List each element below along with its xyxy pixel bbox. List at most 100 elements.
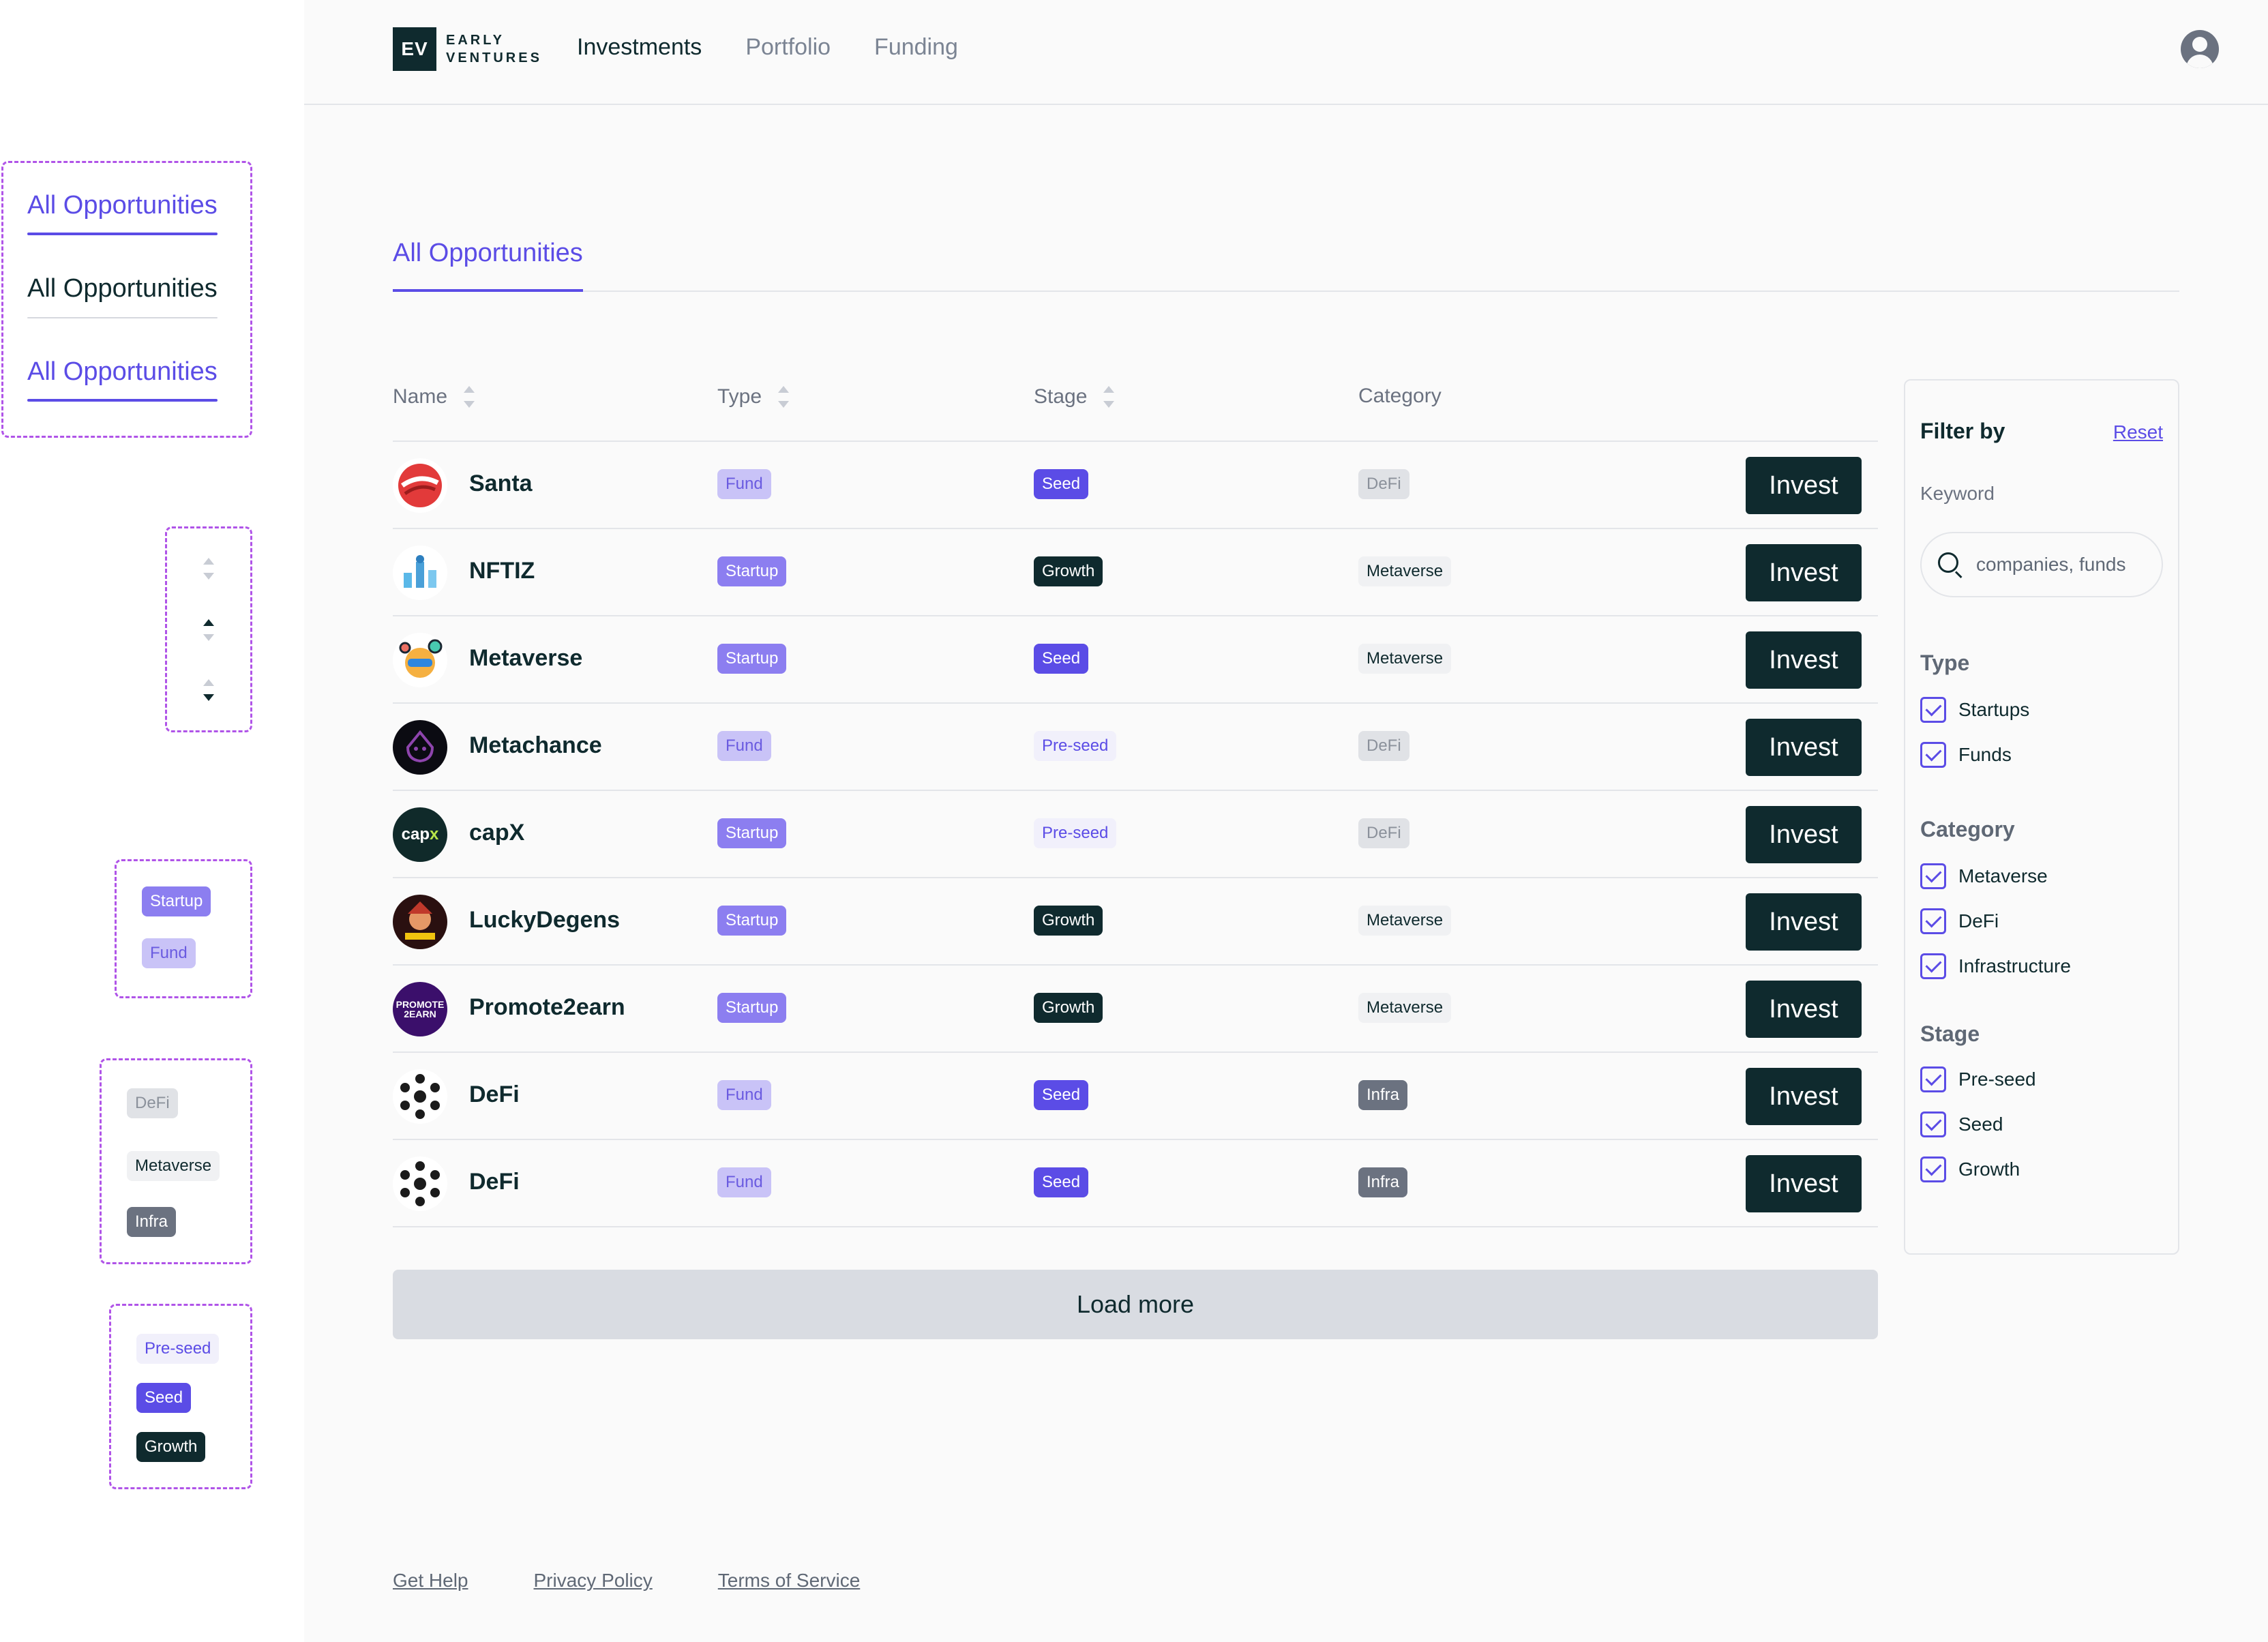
- nav-funding[interactable]: Funding: [874, 34, 958, 61]
- filter-group-stage: Stage: [1920, 1021, 1980, 1046]
- footer-privacy-policy[interactable]: Privacy Policy: [534, 1570, 653, 1592]
- filter-option-metaverse[interactable]: Metaverse: [1920, 863, 2048, 889]
- table-row[interactable]: NFTIZ Startup Growth Metaverse Invest: [393, 529, 1878, 616]
- table-row[interactable]: Santa Fund Seed DeFi Invest: [393, 442, 1878, 529]
- invest-button[interactable]: Invest: [1746, 457, 1862, 514]
- category-badge: DeFi: [1358, 818, 1409, 848]
- table-row[interactable]: Metaverse Startup Seed Metaverse Invest: [393, 616, 1878, 704]
- invest-button[interactable]: Invest: [1746, 806, 1862, 863]
- company-logo-icon: [393, 458, 447, 513]
- sort-icon[interactable]: [462, 385, 476, 409]
- keyword-search-input[interactable]: companies, funds: [1920, 532, 2163, 597]
- checkbox-checked-icon[interactable]: [1920, 1156, 1946, 1182]
- table-row[interactable]: capx capX Startup Pre-seed DeFi Invest: [393, 791, 1878, 878]
- invest-button[interactable]: Invest: [1746, 1155, 1862, 1212]
- company-name[interactable]: DeFi: [469, 1081, 520, 1108]
- company-logo-icon: PROMOTE 2EARN: [393, 982, 447, 1036]
- column-header-name[interactable]: Name: [393, 385, 476, 409]
- brand-logo[interactable]: EV EARLY VENTURES: [393, 27, 542, 71]
- checkbox-checked-icon[interactable]: [1920, 1066, 1946, 1092]
- tab-variant-hover[interactable]: All Opportunities: [27, 357, 218, 402]
- sort-icon-default[interactable]: [202, 556, 215, 581]
- type-badge: Startup: [717, 993, 787, 1023]
- column-header-stage[interactable]: Stage: [1034, 385, 1116, 409]
- invest-button[interactable]: Invest: [1746, 1068, 1862, 1125]
- filter-option-defi[interactable]: DeFi: [1920, 908, 1999, 934]
- company-name[interactable]: Promote2earn: [469, 994, 625, 1021]
- stage-badge: Seed: [1034, 469, 1089, 499]
- filter-option-startups[interactable]: Startups: [1920, 697, 2029, 723]
- stage-badge-preseed: Pre-seed: [136, 1334, 220, 1364]
- table-row[interactable]: Metachance Fund Pre-seed DeFi Invest: [393, 704, 1878, 791]
- filter-option-seed[interactable]: Seed: [1920, 1111, 2003, 1137]
- sort-icon-ascending[interactable]: [202, 618, 215, 642]
- footer-links: Get Help Privacy Policy Terms of Service: [393, 1570, 860, 1592]
- filter-option-growth[interactable]: Growth: [1920, 1156, 2020, 1182]
- company-name[interactable]: Santa: [469, 471, 533, 497]
- tab-variant-active[interactable]: All Opportunities: [27, 191, 218, 235]
- footer-terms-of-service[interactable]: Terms of Service: [718, 1570, 861, 1592]
- sort-icon[interactable]: [1102, 385, 1116, 409]
- company-name[interactable]: NFTIZ: [469, 558, 535, 584]
- category-badge: Metaverse: [1358, 644, 1452, 674]
- checkbox-checked-icon[interactable]: [1920, 742, 1946, 768]
- company-name[interactable]: LuckyDegens: [469, 907, 620, 934]
- filter-title: Filter by: [1920, 419, 2005, 443]
- company-logo-icon: [393, 1069, 447, 1124]
- nav-portfolio[interactable]: Portfolio: [745, 34, 831, 61]
- tab-all-opportunities[interactable]: All Opportunities: [393, 239, 583, 292]
- stage-badge-seed: Seed: [136, 1383, 192, 1413]
- category-badge: Infra: [1358, 1167, 1408, 1197]
- invest-button[interactable]: Invest: [1746, 631, 1862, 689]
- table-row[interactable]: PROMOTE 2EARN Promote2earn Startup Growth Met…: [393, 966, 1878, 1053]
- brand-wordmark: EARLY VENTURES: [446, 33, 542, 65]
- sort-icon[interactable]: [777, 385, 790, 409]
- company-name[interactable]: DeFi: [469, 1169, 520, 1195]
- company-name[interactable]: Metachance: [469, 732, 602, 759]
- filter-option-funds[interactable]: Funds: [1920, 742, 2012, 768]
- invest-button[interactable]: Invest: [1746, 544, 1862, 601]
- table-body: Santa Fund Seed DeFi Invest NFTIZ Startup Growt…: [393, 442, 1878, 1227]
- type-badge: Fund: [717, 731, 771, 761]
- checkbox-checked-icon[interactable]: [1920, 953, 1946, 979]
- footer-get-help[interactable]: Get Help: [393, 1570, 468, 1592]
- table-row[interactable]: DeFi Fund Seed Infra Invest: [393, 1053, 1878, 1140]
- active-tab-underline: [393, 289, 583, 292]
- checkbox-checked-icon[interactable]: [1920, 1111, 1946, 1137]
- company-logo-icon: [393, 1156, 447, 1211]
- load-more-button[interactable]: Load more: [393, 1270, 1878, 1339]
- stage-badge-growth: Growth: [136, 1432, 206, 1462]
- invest-button[interactable]: Invest: [1746, 981, 1862, 1038]
- company-logo-icon: capx: [393, 807, 447, 862]
- company-logo-icon: [393, 546, 447, 600]
- company-logo-icon: [393, 895, 447, 949]
- category-badge-defi: DeFi: [127, 1088, 178, 1118]
- type-badge: Fund: [717, 1167, 771, 1197]
- category-badge: DeFi: [1358, 731, 1409, 761]
- stage-badge: Pre-seed: [1034, 731, 1117, 761]
- table-row[interactable]: DeFi Fund Seed Infra Invest: [393, 1140, 1878, 1227]
- checkbox-checked-icon[interactable]: [1920, 908, 1946, 934]
- category-badge: Infra: [1358, 1080, 1408, 1110]
- tab-variant-default[interactable]: All Opportunities: [27, 274, 218, 318]
- table-row[interactable]: LuckyDegens Startup Growth Metaverse Invest: [393, 878, 1878, 966]
- company-name[interactable]: capX: [469, 820, 524, 846]
- column-header-category: Category: [1358, 385, 1442, 407]
- company-name[interactable]: Metaverse: [469, 645, 582, 672]
- category-badge: Metaverse: [1358, 906, 1452, 936]
- invest-button[interactable]: Invest: [1746, 719, 1862, 776]
- sort-icon-descending[interactable]: [202, 678, 215, 702]
- category-badge: Metaverse: [1358, 993, 1452, 1023]
- checkbox-checked-icon[interactable]: [1920, 697, 1946, 723]
- user-avatar-icon[interactable]: [2181, 30, 2219, 68]
- type-badge-fund: Fund: [142, 938, 196, 968]
- checkbox-checked-icon[interactable]: [1920, 863, 1946, 889]
- column-header-type[interactable]: Type: [717, 385, 790, 409]
- type-badge: Fund: [717, 1080, 771, 1110]
- filter-reset-link[interactable]: Reset: [2113, 421, 2163, 443]
- filter-option-infrastructure[interactable]: Infrastructure: [1920, 953, 2071, 979]
- invest-button[interactable]: Invest: [1746, 893, 1862, 951]
- type-badge-startup: Startup: [142, 886, 211, 916]
- nav-investments[interactable]: Investments: [577, 34, 702, 61]
- filter-option-preseed[interactable]: Pre-seed: [1920, 1066, 2036, 1092]
